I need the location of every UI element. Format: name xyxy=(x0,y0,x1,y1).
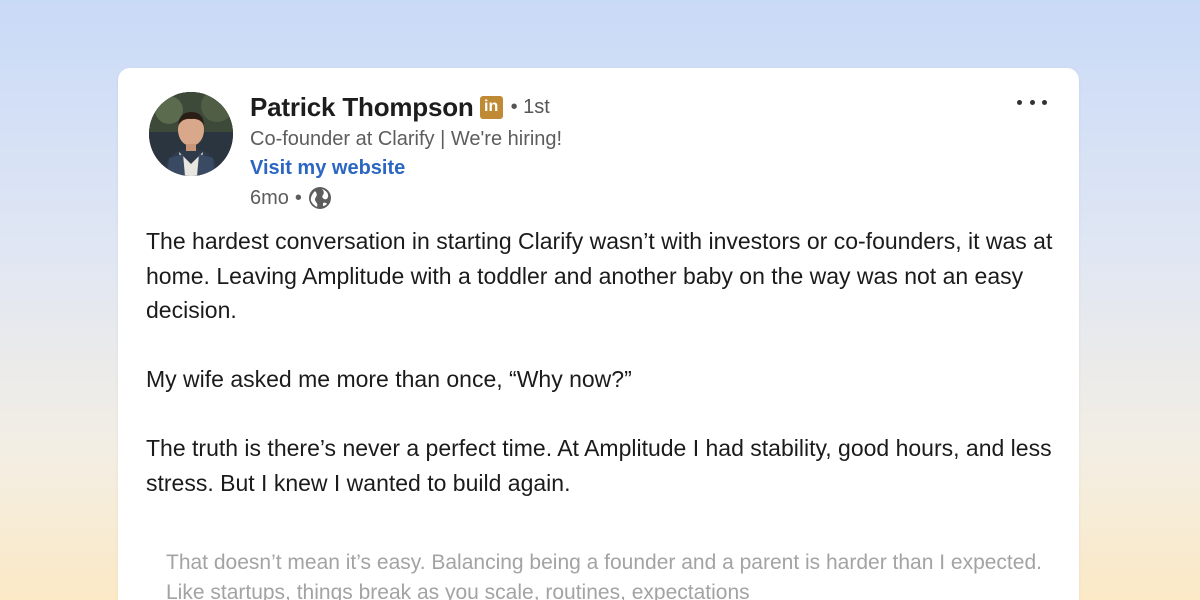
visit-website-link[interactable]: Visit my website xyxy=(250,153,562,183)
meta-separator: • xyxy=(294,186,302,209)
dot xyxy=(1042,99,1047,105)
author-name[interactable]: Patrick Thompson xyxy=(250,92,474,123)
post-header: Patrick Thompson in • 1st Co-founder at … xyxy=(250,90,562,213)
post-body: The hardest conversation in starting Cla… xyxy=(146,224,1056,500)
author-avatar[interactable] xyxy=(149,92,233,176)
globe-icon xyxy=(308,187,331,209)
post-paragraph: The truth is there’s never a perfect tim… xyxy=(146,435,1052,496)
dot xyxy=(1017,99,1022,105)
post-paragraph: My wife asked me more than once, “Why no… xyxy=(146,366,632,392)
author-headline: Co-founder at Clarify | We're hiring! xyxy=(250,128,563,150)
linkedin-premium-badge-icon: in xyxy=(479,95,503,119)
connection-degree: • 1st xyxy=(510,95,550,118)
author-name-row: Patrick Thompson in • 1st xyxy=(250,90,562,124)
post-paragraph: The hardest conversation in starting Cla… xyxy=(146,228,1053,323)
post-time: 6mo xyxy=(250,186,289,209)
post-card: Patrick Thompson in • 1st Co-founder at … xyxy=(118,68,1079,600)
post-meta: 6mo • xyxy=(250,183,562,213)
post-paragraph-faded: That doesn’t mean it’s easy. Balancing b… xyxy=(166,551,1042,600)
avatar-photo xyxy=(149,92,233,176)
dot xyxy=(1029,99,1035,105)
more-options-icon[interactable] xyxy=(1017,94,1047,110)
